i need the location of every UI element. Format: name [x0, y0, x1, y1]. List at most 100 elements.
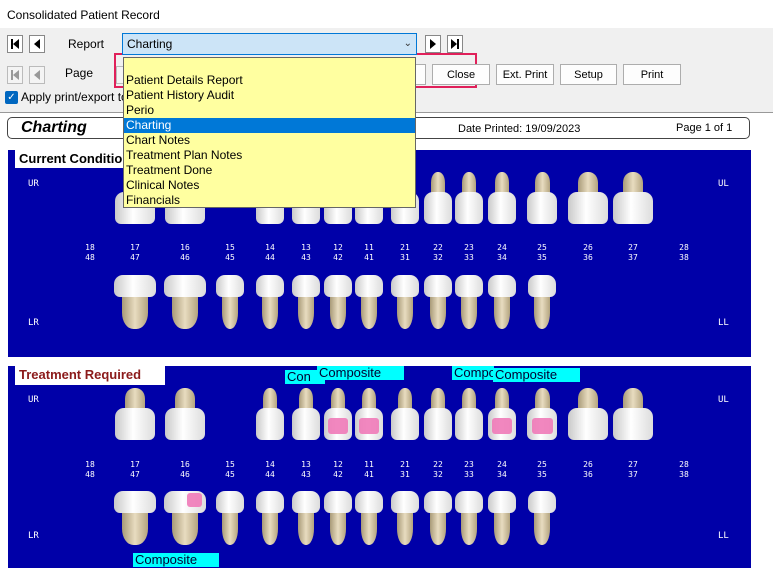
tooth-number-upper: 14 — [265, 460, 275, 469]
report-select[interactable]: Charting ⌄ — [122, 33, 417, 55]
quadrant-ul: UL — [718, 395, 729, 405]
print-button[interactable]: Print — [623, 64, 681, 85]
tooth-number-upper: 27 — [628, 460, 638, 469]
tooth-number: 13 43 — [296, 243, 316, 263]
tooth-number-lower: 31 — [400, 253, 410, 262]
quadrant-ll: LL — [718, 531, 729, 541]
tooth-number: 24 34 — [492, 460, 512, 480]
tooth-number: 15 45 — [220, 460, 240, 480]
page-indicator: Page 1 of 1 — [676, 122, 733, 134]
tooth-number: 23 33 — [459, 460, 479, 480]
tooth-number-lower: 46 — [180, 470, 190, 479]
tooth-number-upper: 22 — [433, 460, 443, 469]
tooth-number-upper: 15 — [225, 243, 235, 252]
report-dropdown-list: Patient Details Report Patient History Au… — [123, 57, 416, 208]
dropdown-item[interactable]: Financials — [124, 193, 415, 208]
tooth-number-upper: 28 — [679, 243, 689, 252]
treatment-tag: Composite — [317, 366, 404, 380]
tooth-number-lower: 42 — [333, 470, 343, 479]
dropdown-item[interactable]: Perio — [124, 103, 415, 118]
tooth-number-upper: 23 — [464, 243, 474, 252]
tooth-number: 17 47 — [125, 243, 145, 263]
tooth-number-lower: 43 — [301, 470, 311, 479]
window-title: Consolidated Patient Record — [0, 0, 773, 28]
dropdown-item[interactable]: Patient Details Report — [124, 73, 415, 88]
tooth-number: 11 41 — [359, 460, 379, 480]
tooth-number: 22 32 — [428, 460, 448, 480]
tooth-number: 18 48 — [80, 460, 100, 480]
report-title: Charting — [21, 119, 87, 136]
tooth-number: 17 47 — [125, 460, 145, 480]
quadrant-lr: LR — [28, 531, 39, 541]
tooth-number-upper: 25 — [537, 243, 547, 252]
last-report-button[interactable] — [447, 35, 463, 53]
apply-print-checkbox[interactable]: ✓ Apply print/export to — [5, 90, 128, 104]
tooth-number-lower: 42 — [333, 253, 343, 262]
quadrant-ul: UL — [718, 179, 729, 189]
prev-page-button[interactable] — [29, 66, 45, 84]
treatment-required-label: Treatment Required — [15, 365, 165, 385]
tooth-number-lower: 31 — [400, 470, 410, 479]
tooth-number: 23 33 — [459, 243, 479, 263]
treatment-tag: Compo — [452, 366, 494, 380]
tooth-number-lower: 33 — [464, 470, 474, 479]
tooth-number-lower: 35 — [537, 253, 547, 262]
dropdown-item[interactable]: Treatment Done — [124, 163, 415, 178]
tooth-number-upper: 24 — [497, 460, 507, 469]
tooth-number: 14 44 — [260, 243, 280, 263]
dropdown-item[interactable] — [124, 58, 415, 73]
tooth-number-upper: 25 — [537, 460, 547, 469]
dropdown-item[interactable]: Charting — [124, 118, 415, 133]
prev-report-button[interactable] — [29, 35, 45, 53]
tooth-number-upper: 12 — [333, 243, 343, 252]
tooth-number-upper: 18 — [85, 243, 95, 252]
tooth-number: 14 44 — [260, 460, 280, 480]
dropdown-item[interactable]: Chart Notes — [124, 133, 415, 148]
date-printed: Date Printed: 19/09/2023 — [458, 123, 581, 135]
treatment-tag: Composite — [493, 368, 580, 382]
tooth-number-lower: 41 — [364, 253, 374, 262]
tooth-number-lower: 33 — [464, 253, 474, 262]
tooth-number-upper: 16 — [180, 460, 190, 469]
first-report-button[interactable] — [7, 35, 23, 53]
tooth-number-upper: 21 — [400, 460, 410, 469]
setup-button[interactable]: Setup — [560, 64, 617, 85]
tooth-number-upper: 14 — [265, 243, 275, 252]
tooth-number-lower: 37 — [628, 253, 638, 262]
tooth-number-lower: 38 — [679, 253, 689, 262]
tooth-number-upper: 24 — [497, 243, 507, 252]
tooth-number: 27 37 — [623, 243, 643, 263]
tooth-number: 28 38 — [674, 460, 694, 480]
tooth-number-upper: 26 — [583, 460, 593, 469]
tooth-number-lower: 34 — [497, 253, 507, 262]
quadrant-lr: LR — [28, 318, 39, 328]
tooth-number-lower: 48 — [85, 253, 95, 262]
dropdown-item[interactable]: Clinical Notes — [124, 178, 415, 193]
tooth-number-upper: 18 — [85, 460, 95, 469]
tooth-number-lower: 38 — [679, 470, 689, 479]
tooth-number-upper: 26 — [583, 243, 593, 252]
page-label: Page — [65, 66, 94, 80]
tooth-number-lower: 37 — [628, 470, 638, 479]
tooth-number-upper: 21 — [400, 243, 410, 252]
tooth-number: 15 45 — [220, 243, 240, 263]
prev-page-icon — [34, 70, 40, 80]
tooth-number-upper: 17 — [130, 460, 140, 469]
tooth-number-lower: 43 — [301, 253, 311, 262]
tooth-number-lower: 32 — [433, 253, 443, 262]
tooth-number: 25 35 — [532, 243, 552, 263]
tooth-number: 11 41 — [359, 243, 379, 263]
current-condition-label: Current Condition — [15, 149, 135, 168]
dropdown-item[interactable]: Treatment Plan Notes — [124, 148, 415, 163]
first-page-button[interactable] — [7, 66, 23, 84]
checkmark-icon: ✓ — [5, 90, 18, 104]
treatment-required-chart: Treatment Required UR UL LR LL Con Compo… — [8, 365, 751, 568]
close-button[interactable]: Close — [432, 64, 490, 85]
dropdown-item[interactable]: Patient History Audit — [124, 88, 415, 103]
tooth-number: 18 48 — [80, 243, 100, 263]
ext-print-button[interactable]: Ext. Print — [496, 64, 554, 85]
tooth-number-upper: 16 — [180, 243, 190, 252]
tooth-number: 12 42 — [328, 243, 348, 263]
next-icon — [430, 39, 436, 49]
next-report-button[interactable] — [425, 35, 441, 53]
